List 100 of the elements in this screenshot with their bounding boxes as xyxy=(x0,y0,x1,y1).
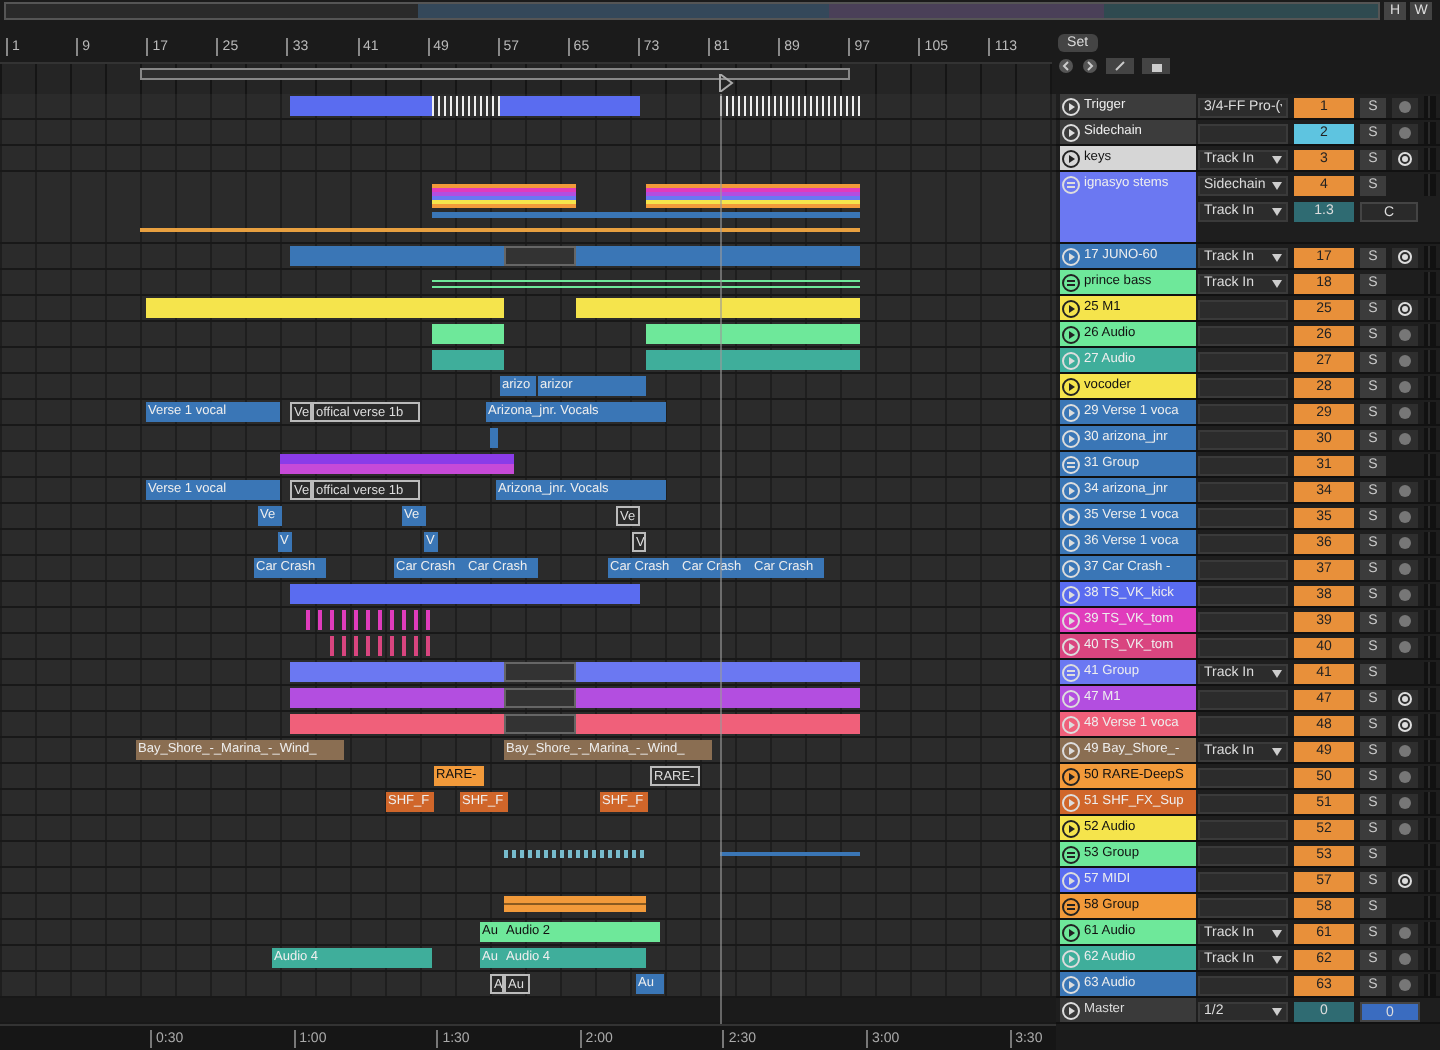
play-icon xyxy=(1062,638,1080,656)
clip[interactable] xyxy=(504,896,646,912)
clip[interactable] xyxy=(146,298,504,318)
clip[interactable] xyxy=(290,688,504,708)
caret-icon xyxy=(1272,279,1282,287)
caret-icon xyxy=(1272,253,1282,261)
input-dropdown[interactable] xyxy=(1198,637,1288,657)
level-meter xyxy=(1424,174,1436,196)
clip[interactable] xyxy=(504,850,646,858)
dot-icon xyxy=(1398,796,1412,810)
clip[interactable] xyxy=(290,246,504,266)
arm-button[interactable] xyxy=(1392,149,1418,169)
play-icon xyxy=(1062,950,1080,968)
clip[interactable] xyxy=(576,298,860,318)
input-dropdown[interactable] xyxy=(1198,325,1288,345)
clip[interactable] xyxy=(432,96,500,116)
clip[interactable] xyxy=(646,350,860,370)
clip[interactable] xyxy=(330,636,434,656)
arm-button[interactable] xyxy=(1392,299,1418,319)
input-dropdown[interactable] xyxy=(1198,689,1288,709)
clip[interactable] xyxy=(290,714,504,734)
clip[interactable] xyxy=(646,324,860,344)
clip[interactable] xyxy=(290,96,432,116)
clip[interactable] xyxy=(504,584,640,604)
clip[interactable] xyxy=(290,584,504,604)
dot-icon xyxy=(1398,614,1412,628)
dot-icon xyxy=(1398,978,1412,992)
clip[interactable] xyxy=(576,714,860,734)
clip[interactable] xyxy=(576,246,860,266)
level-meter xyxy=(1424,792,1436,814)
clip[interactable] xyxy=(432,350,504,370)
input-dropdown[interactable] xyxy=(1198,845,1288,865)
clip[interactable] xyxy=(500,96,640,116)
dot-icon xyxy=(1398,744,1412,758)
dot-icon xyxy=(1398,822,1412,836)
input-dropdown[interactable] xyxy=(1198,455,1288,475)
caret-icon xyxy=(1272,747,1282,755)
clip[interactable] xyxy=(290,662,504,682)
level-meter xyxy=(1424,148,1436,170)
play-icon xyxy=(1062,560,1080,578)
input-dropdown[interactable] xyxy=(1198,507,1288,527)
level-meter xyxy=(1424,122,1436,144)
play-icon xyxy=(1062,482,1080,500)
input-dropdown[interactable] xyxy=(1198,975,1288,995)
level-meter xyxy=(1424,688,1436,710)
record-icon xyxy=(1398,250,1412,264)
clip[interactable] xyxy=(576,662,860,682)
input-dropdown[interactable] xyxy=(1198,585,1288,605)
level-meter xyxy=(1424,714,1436,736)
input-dropdown[interactable] xyxy=(1198,123,1288,143)
level-meter xyxy=(1424,558,1436,580)
clip[interactable] xyxy=(504,662,576,682)
clip[interactable] xyxy=(490,428,498,448)
dot-icon xyxy=(1398,926,1412,940)
play-icon xyxy=(1062,612,1080,630)
clip[interactable] xyxy=(576,688,860,708)
clip[interactable] xyxy=(504,688,576,708)
level-meter xyxy=(1424,532,1436,554)
clip[interactable] xyxy=(504,246,576,266)
input-dropdown[interactable] xyxy=(1198,559,1288,579)
loop-brace[interactable] xyxy=(140,68,850,80)
arm-button[interactable] xyxy=(1392,715,1418,735)
record-icon xyxy=(1398,302,1412,316)
input-dropdown[interactable] xyxy=(1198,871,1288,891)
input-dropdown[interactable] xyxy=(1198,611,1288,631)
input-dropdown[interactable] xyxy=(1198,351,1288,371)
input-dropdown[interactable] xyxy=(1198,897,1288,917)
level-meter xyxy=(1424,402,1436,424)
input-dropdown[interactable] xyxy=(1198,533,1288,553)
clip[interactable] xyxy=(504,714,576,734)
caret-icon xyxy=(1272,955,1282,963)
dot-icon xyxy=(1398,354,1412,368)
clip[interactable] xyxy=(306,610,434,630)
clip[interactable] xyxy=(432,324,504,344)
arm-button[interactable] xyxy=(1392,247,1418,267)
input-dropdown[interactable] xyxy=(1198,793,1288,813)
play-icon xyxy=(1062,352,1080,370)
input-dropdown[interactable] xyxy=(1198,767,1288,787)
back-icon[interactable] xyxy=(1057,58,1074,74)
level-meter xyxy=(1424,948,1436,970)
forward-icon[interactable] xyxy=(1081,58,1098,74)
arm-button[interactable] xyxy=(1392,871,1418,891)
play-icon xyxy=(1062,742,1080,760)
start-marker-icon[interactable] xyxy=(718,74,734,92)
input-dropdown[interactable] xyxy=(1198,715,1288,735)
input-dropdown[interactable] xyxy=(1198,819,1288,839)
input-dropdown[interactable] xyxy=(1198,377,1288,397)
record-icon xyxy=(1398,874,1412,888)
arm-button[interactable] xyxy=(1392,689,1418,709)
overview-strip[interactable] xyxy=(4,2,1380,20)
play-icon xyxy=(1062,1002,1080,1020)
clip[interactable] xyxy=(720,96,860,116)
level-meter xyxy=(1424,922,1436,944)
clip[interactable] xyxy=(280,454,514,474)
input-dropdown[interactable] xyxy=(1198,429,1288,449)
input-dropdown[interactable] xyxy=(1198,403,1288,423)
input-dropdown[interactable] xyxy=(1198,481,1288,501)
input-dropdown[interactable] xyxy=(1198,299,1288,319)
play-icon xyxy=(1062,534,1080,552)
dot-icon xyxy=(1398,432,1412,446)
